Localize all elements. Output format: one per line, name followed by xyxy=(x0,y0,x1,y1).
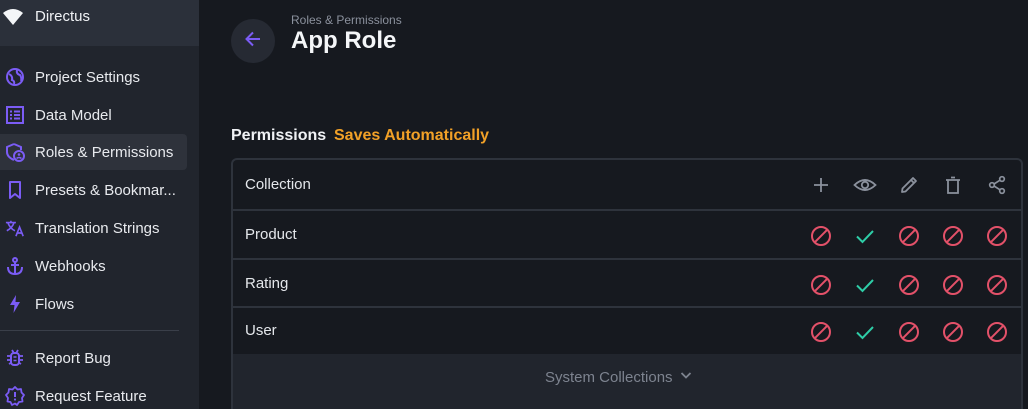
sidebar-item-flows[interactable]: Flows xyxy=(0,286,187,322)
create-icon[interactable] xyxy=(809,173,833,197)
project-name: Directus xyxy=(35,8,91,25)
sidebar-item-roles-permissions[interactable]: Roles & Permissions xyxy=(0,134,187,170)
sidebar-item-label: Project Settings xyxy=(35,68,141,86)
project-header[interactable]: Directus xyxy=(0,0,199,46)
read-icon[interactable] xyxy=(853,173,877,197)
permission-none-icon[interactable] xyxy=(897,320,921,344)
settings-sidebar: Directus Project Settings Data Model Rol… xyxy=(0,0,199,409)
sidebar-item-translation-strings[interactable]: Translation Strings xyxy=(0,210,187,246)
permission-none-icon[interactable] xyxy=(941,320,965,344)
sidebar-item-project-settings[interactable]: Project Settings xyxy=(0,59,187,95)
chevron-down-icon xyxy=(679,368,693,387)
sidebar-item-report-bug[interactable]: Report Bug xyxy=(0,340,187,376)
sidebar-item-webhooks[interactable]: Webhooks xyxy=(0,248,187,284)
permission-none-icon[interactable] xyxy=(985,224,1009,248)
table-row: User xyxy=(233,308,1021,354)
sidebar-item-label: Report Bug xyxy=(35,349,111,367)
breadcrumb[interactable]: Roles & Permissions xyxy=(291,13,402,27)
save-status-label: Saves Automatically xyxy=(334,127,490,144)
permission-none-icon[interactable] xyxy=(941,273,965,297)
page-title: App Role xyxy=(291,27,397,54)
permission-none-icon[interactable] xyxy=(809,224,833,248)
collection-name[interactable]: Rating xyxy=(245,275,288,292)
collection-name[interactable]: User xyxy=(245,322,277,339)
update-icon[interactable] xyxy=(897,173,921,197)
sidebar-item-label: Roles & Permissions xyxy=(35,143,174,161)
back-button[interactable] xyxy=(231,19,275,63)
permission-none-icon[interactable] xyxy=(897,224,921,248)
bolt-icon xyxy=(5,294,25,314)
share-icon[interactable] xyxy=(985,173,1009,197)
admin-panel-icon xyxy=(5,142,25,162)
anchor-icon xyxy=(5,256,25,276)
system-collections-bar: System Collections xyxy=(233,354,1021,409)
globe-icon xyxy=(5,67,25,87)
table-header-row: Collection xyxy=(233,160,1021,211)
sidebar-item-label: Translation Strings xyxy=(35,219,160,237)
system-collections-toggle[interactable]: System Collections xyxy=(545,368,693,387)
sidebar-item-label: Request Feature xyxy=(35,387,147,405)
permission-none-icon[interactable] xyxy=(809,320,833,344)
collection-column-header: Collection xyxy=(245,176,311,193)
translate-icon xyxy=(5,218,25,238)
permissions-heading: Permissions xyxy=(231,127,327,144)
permission-all-icon[interactable] xyxy=(853,224,877,248)
new-releases-icon xyxy=(5,386,25,406)
system-collections-label: System Collections xyxy=(545,369,673,386)
permission-all-icon[interactable] xyxy=(853,273,877,297)
bug-icon xyxy=(5,348,25,368)
bookmark-icon xyxy=(5,180,25,200)
collection-name[interactable]: Product xyxy=(245,226,297,243)
delete-icon[interactable] xyxy=(941,173,965,197)
sidebar-item-data-model[interactable]: Data Model xyxy=(0,97,187,133)
table-row: Product xyxy=(233,211,1021,260)
sidebar-item-presets-bookmarks[interactable]: Presets & Bookmar... xyxy=(0,172,187,208)
permission-none-icon[interactable] xyxy=(985,320,1009,344)
permission-all-icon[interactable] xyxy=(853,320,877,344)
sidebar-divider xyxy=(0,330,179,331)
permission-none-icon[interactable] xyxy=(809,273,833,297)
arrow-back-icon xyxy=(243,29,263,54)
permission-none-icon[interactable] xyxy=(985,273,1009,297)
permissions-table: Collection Product Rating User System Co… xyxy=(231,158,1023,409)
permission-none-icon[interactable] xyxy=(897,273,921,297)
sidebar-item-label: Flows xyxy=(35,295,75,313)
table-row: Rating xyxy=(233,260,1021,308)
wifi-icon xyxy=(2,8,23,26)
sidebar-item-label: Webhooks xyxy=(35,257,106,275)
sidebar-item-request-feature[interactable]: Request Feature xyxy=(0,378,187,409)
permission-none-icon[interactable] xyxy=(941,224,965,248)
list-alt-icon xyxy=(5,105,25,125)
sidebar-item-label: Presets & Bookmar... xyxy=(35,181,176,199)
sidebar-item-label: Data Model xyxy=(35,106,112,124)
